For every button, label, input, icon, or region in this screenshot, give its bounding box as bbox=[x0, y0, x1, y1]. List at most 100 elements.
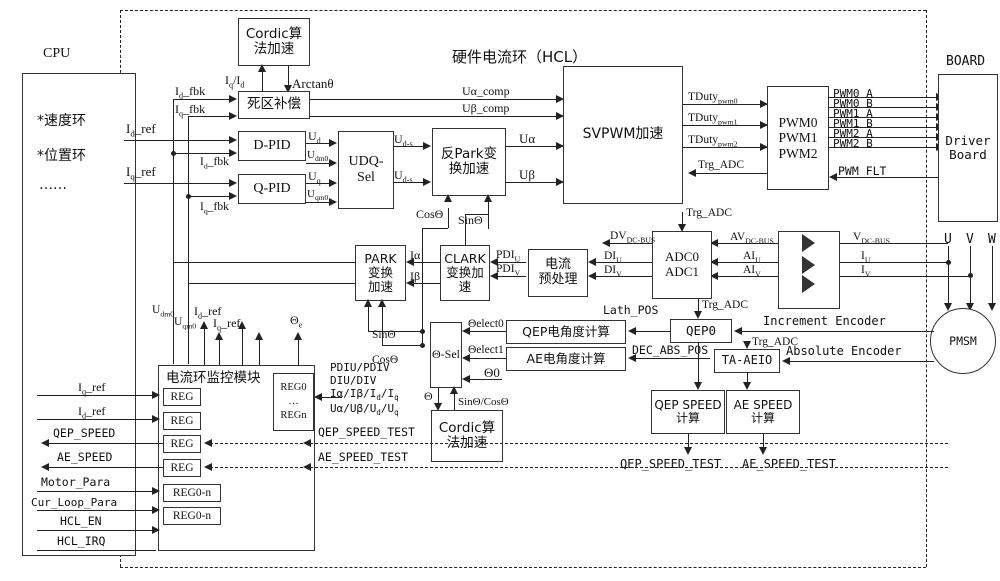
line-ualpha bbox=[506, 146, 563, 147]
monitor-reg-3-label: REG bbox=[170, 461, 194, 474]
block-monitor-label: 电流环监控模块 bbox=[166, 370, 261, 386]
cpu-label: CPU bbox=[43, 46, 71, 61]
block-qep0-label: QEP0 bbox=[685, 323, 717, 338]
label-mon-motor-para: Motor_Para bbox=[41, 475, 111, 489]
line-w-pmsm bbox=[992, 246, 993, 308]
label-mon-ae-speed: AE_SPEED bbox=[57, 450, 113, 464]
arrow-cos-invpark bbox=[444, 194, 452, 202]
label-ud-s2: Ud-s bbox=[394, 168, 413, 185]
block-driver-board-label: Driver Board bbox=[945, 133, 991, 162]
arrow-ta-down bbox=[743, 382, 751, 390]
line-mon-hcl-en bbox=[37, 530, 156, 531]
arrow-trgadc-adc bbox=[678, 224, 686, 232]
label-qep-speed-test-out: QEP_SPEED_TEST bbox=[620, 457, 722, 471]
block-udq-sel-label: UDQ- Sel bbox=[348, 154, 384, 185]
label-sin-cos: SinΘ/CosΘ bbox=[458, 396, 509, 408]
line-trgadc-svpwm bbox=[690, 173, 767, 174]
line-lath-pos bbox=[630, 331, 670, 332]
arrow-iqfbk-qpid bbox=[229, 192, 237, 200]
label-cos-theta-1: CosΘ bbox=[416, 207, 444, 221]
cpu-item-2: …… bbox=[39, 177, 67, 193]
label-ud-s1: Ud-s bbox=[394, 132, 413, 149]
line-absolute-encoder bbox=[784, 361, 934, 362]
line-mon-id-ref-up bbox=[242, 323, 243, 365]
line-idfbk-dpid bbox=[173, 153, 231, 154]
line-id-ref bbox=[124, 140, 231, 141]
block-d-pid-label: D-PID bbox=[253, 138, 291, 154]
cpu-item-0: *速度环 bbox=[37, 113, 86, 129]
arrow-regstack-in bbox=[314, 393, 322, 401]
arrow-mon-iq-ref-up bbox=[255, 332, 263, 340]
label-ubeta: Uβ bbox=[519, 167, 536, 182]
arrow-pwm-flt bbox=[829, 173, 837, 181]
label-u: U bbox=[944, 232, 952, 247]
block-ae-speed-calc: AE SPEED 计算 bbox=[726, 390, 800, 434]
label-pdiu: PDIU bbox=[496, 249, 521, 264]
arrow-qepspeed-down bbox=[684, 447, 692, 455]
label-ialpha: Iα bbox=[410, 248, 421, 262]
line-mon-ae-speed bbox=[45, 467, 163, 468]
label-ud: Ud bbox=[308, 129, 321, 146]
hcl-title: 硬件电流环（HCL） bbox=[452, 48, 588, 66]
label-mon-hcl-en: HCL_EN bbox=[60, 514, 102, 528]
cpu-item-1: *位置环 bbox=[37, 148, 86, 164]
arrow-lath-pos bbox=[628, 327, 636, 335]
arrow-mon-ae-speed bbox=[41, 463, 49, 471]
label-iu: IU bbox=[861, 250, 871, 265]
label-dvdcbus: DVDC-BUS bbox=[610, 230, 656, 245]
label-aiu: AIU bbox=[743, 250, 761, 265]
label-ae-speed-test: AE_SPEED_TEST bbox=[318, 450, 409, 464]
block-current-pre: 电流 预处理 bbox=[528, 249, 588, 297]
monitor-reg-2-label: REG bbox=[170, 437, 194, 450]
block-cordic-top: Cordic算 法加速 bbox=[238, 18, 310, 66]
block-deadzone: 死区补偿 bbox=[238, 91, 310, 119]
block-pwm-label: PWM0 PWM1 PWM2 bbox=[778, 115, 818, 161]
label-theta-elect0: Θelect0 bbox=[468, 318, 504, 330]
line-sin-to-invpark-v bbox=[465, 214, 466, 236]
label-udm0: Udm0 bbox=[307, 149, 329, 164]
board-label: BOARD bbox=[946, 54, 986, 69]
label-mon-uqm0: Uqm0 bbox=[174, 316, 197, 331]
label-iq-ref: Iq_ref bbox=[126, 164, 156, 182]
arrow-id-ref bbox=[229, 136, 237, 144]
label-theta-small: Θ bbox=[424, 389, 433, 403]
line-sincos-up2 bbox=[422, 228, 423, 331]
label-avdcbus: AVDC-BUS bbox=[730, 231, 774, 246]
arrow-mon-id-ref bbox=[152, 415, 160, 423]
label-tduty0: TDutypwm0 bbox=[688, 91, 738, 106]
line-qep-speed-test-fb bbox=[210, 443, 948, 444]
line-sin-invpark2 bbox=[488, 196, 489, 214]
block-theta-sel: Θ-Sel bbox=[430, 322, 462, 388]
label-id-ref: Id_ref bbox=[126, 121, 156, 139]
line-mon-iq-ref bbox=[37, 395, 156, 396]
line-park-out2 bbox=[188, 283, 355, 284]
arrow-sincos-up-cordic bbox=[450, 386, 458, 394]
label-increment-encoder: Increment Encoder bbox=[763, 314, 886, 328]
line-mon-qep-speed bbox=[45, 443, 163, 444]
line-elect1 bbox=[464, 358, 506, 359]
arrow-aespeed-down bbox=[759, 447, 767, 455]
line-sin-invpark bbox=[488, 214, 489, 229]
monitor-reg-stack: REG0… REGn bbox=[273, 373, 314, 431]
line-iv bbox=[840, 276, 970, 277]
junction-idfbk-dpid bbox=[171, 151, 176, 156]
label-mon-iq-ref-up: Iq_ref bbox=[213, 316, 241, 333]
arrow-idfbk-dpid bbox=[229, 149, 237, 157]
arrow-trgadc-svpwm bbox=[688, 169, 696, 177]
line-idfbk-dz bbox=[173, 99, 231, 100]
label-v: V bbox=[966, 232, 974, 247]
block-pmsm-label: PMSM bbox=[949, 334, 977, 348]
label-qep-speed-test: QEP_SPEED_TEST bbox=[318, 425, 415, 439]
block-adc: ADC0 ADC1 bbox=[652, 231, 712, 299]
label-pwm-flt: PWM_FLT bbox=[838, 164, 887, 178]
block-udq-sel: UDQ- Sel bbox=[338, 131, 394, 209]
block-q-pid-label: Q-PID bbox=[253, 181, 291, 197]
block-qep0: QEP0 bbox=[670, 319, 732, 343]
block-qep-angle-label: QEP电角度计算 bbox=[522, 324, 610, 339]
arrow-qep-speed-test-mid bbox=[303, 439, 311, 447]
block-pmsm: PMSM bbox=[930, 308, 996, 374]
monitor-reg-0-label: REG bbox=[170, 390, 194, 403]
arrow-mon-cur-loop-para bbox=[152, 506, 160, 514]
arrow-absolute-encoder bbox=[782, 357, 790, 365]
line-mon-motor-para bbox=[37, 491, 156, 492]
